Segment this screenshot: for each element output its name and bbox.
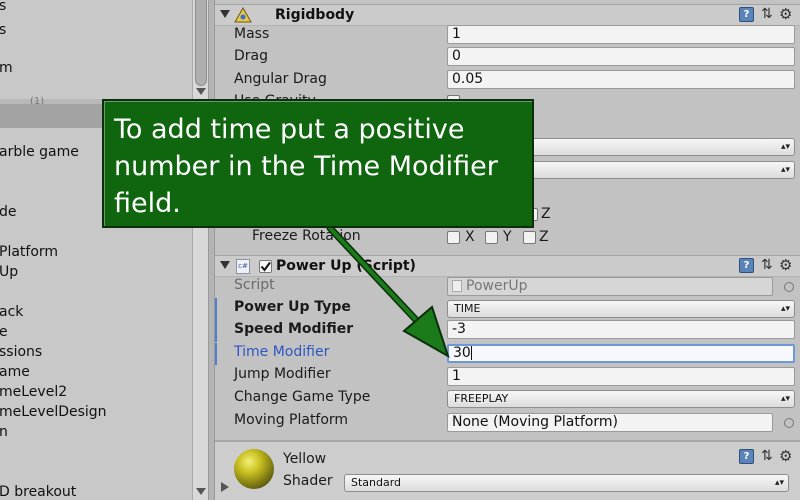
object-picker-icon[interactable] [784, 418, 794, 428]
dropdown-arrow-icon: ▴▾ [780, 142, 790, 152]
hierarchy-item[interactable]: meLevel2 [0, 382, 67, 402]
help-book-icon[interactable]: ? [739, 7, 754, 22]
shader-label: Shader [283, 473, 333, 489]
powerup-type-label: Power Up Type [234, 299, 351, 315]
rigidbody-title: Rigidbody [275, 7, 355, 23]
scrollbar-thumb[interactable] [195, 0, 207, 86]
moving-platform-label: Moving Platform [234, 412, 349, 428]
dropdown-arrow-icon: ▴▾ [780, 394, 790, 404]
rigidbody-header-icons: ? ⇅ ⚙ [739, 5, 797, 25]
change-game-type-value: FREEPLAY [454, 392, 509, 405]
dropdown-arrow-icon: ▴▾ [780, 165, 790, 175]
rigidbody-header[interactable]: Rigidbody ? ⇅ ⚙ [215, 4, 800, 26]
object-picker-icon[interactable] [784, 282, 794, 292]
change-game-type-dropdown[interactable]: FREEPLAY ▴▾ [447, 390, 795, 408]
freeze-position-z-label: Z [541, 206, 551, 222]
drag-field[interactable]: 0 [447, 47, 795, 66]
sliders-icon[interactable]: ⇅ [761, 448, 773, 464]
freeze-rotation-label: Freeze Rotation [252, 228, 361, 244]
hierarchy-item[interactable]: de [0, 202, 17, 222]
sliders-icon[interactable]: ⇅ [761, 6, 773, 22]
freeze-rotation-x-label: X [465, 229, 475, 245]
material-preview-sphere [234, 449, 274, 489]
sliders-icon[interactable]: ⇅ [761, 257, 773, 273]
angular-drag-label: Angular Drag [234, 71, 327, 87]
script-file-icon: c# [236, 259, 250, 274]
gear-icon[interactable]: ⚙ [779, 256, 792, 274]
hierarchy-item[interactable]: ack [0, 302, 23, 322]
scroll-arrow-icon[interactable] [196, 88, 206, 95]
material-name: Yellow [283, 451, 327, 467]
powerup-header-icons: ? ⇅ ⚙ [739, 256, 797, 276]
hierarchy-item[interactable]: n [0, 422, 8, 442]
freeze-rotation-y-label: Y [503, 229, 512, 245]
freeze-rotation-z-label: Z [539, 229, 549, 245]
inspector-panel: Rigidbody ? ⇅ ⚙ Mass 1 Drag 0 Angular Dr… [215, 0, 800, 500]
moving-platform-field[interactable]: None (Moving Platform) [447, 413, 773, 432]
hierarchy-item[interactable]: Platform [0, 242, 58, 262]
time-modifier-label: Time Modifier [234, 344, 330, 360]
mass-label: Mass [234, 26, 270, 42]
hierarchy-item[interactable]: s [0, 20, 6, 40]
material-foldout-icon[interactable] [221, 482, 229, 492]
override-indicator [215, 343, 217, 365]
shader-dropdown[interactable]: Standard ▴▾ [344, 474, 789, 492]
script-file-icon [452, 280, 462, 292]
hierarchy-item[interactable]: arble game [0, 142, 79, 162]
powerup-type-value: TIME [454, 302, 481, 315]
hierarchy-item[interactable]: s [0, 0, 6, 16]
mass-field[interactable]: 1 [447, 25, 795, 44]
change-game-type-label: Change Game Type [234, 389, 371, 405]
checkmark-icon [260, 261, 271, 272]
script-field[interactable]: PowerUp [447, 277, 773, 296]
freeze-rotation-y-checkbox[interactable] [485, 231, 498, 244]
angular-drag-field[interactable]: 0.05 [447, 70, 795, 89]
hierarchy-item[interactable]: ssions [0, 342, 42, 362]
powerup-title: Power Up (Script) [276, 258, 416, 274]
help-book-icon[interactable]: ? [739, 449, 754, 464]
speed-modifier-label: Speed Modifier [234, 321, 354, 337]
hierarchy-item[interactable]: D breakout [0, 482, 76, 500]
hierarchy-item[interactable]: ame [0, 362, 30, 382]
gear-icon[interactable]: ⚙ [779, 447, 792, 465]
foldout-triangle-icon[interactable] [220, 10, 230, 18]
panel-splitter[interactable] [208, 0, 215, 500]
callout-text: To add time put a positive number in the… [114, 114, 498, 219]
foldout-triangle-icon[interactable] [220, 261, 230, 269]
gear-icon[interactable]: ⚙ [779, 5, 792, 23]
override-indicator [215, 298, 217, 320]
time-modifier-field[interactable]: 30 [447, 344, 795, 363]
hierarchy-item[interactable]: e [0, 322, 8, 342]
help-book-icon[interactable]: ? [739, 258, 754, 273]
material-header-icons: ? ⇅ ⚙ [739, 447, 797, 467]
scroll-down-arrow-icon[interactable] [196, 488, 206, 495]
tutorial-callout: To add time put a positive number in the… [102, 99, 534, 228]
drag-label: Drag [234, 48, 269, 64]
rigidbody-icon [234, 7, 252, 23]
hierarchy-item[interactable]: meLevelDesign [0, 402, 107, 422]
text-caret [470, 346, 472, 360]
hierarchy-scrollbar[interactable] [192, 0, 208, 500]
dropdown-arrow-icon: ▴▾ [774, 478, 784, 488]
hierarchy-panel: s s m arble game de Platform Up ack e ssions ame me… [0, 0, 192, 500]
shader-value: Standard [351, 476, 402, 489]
speed-modifier-field[interactable]: -3 [447, 320, 795, 339]
script-label: Script [234, 277, 275, 293]
hierarchy-item[interactable]: m [0, 58, 13, 78]
jump-modifier-label: Jump Modifier [234, 366, 331, 382]
powerup-enabled-checkbox[interactable] [259, 260, 272, 273]
time-modifier-value: 30 [453, 345, 471, 361]
powerup-header[interactable]: c# Power Up (Script) ? ⇅ ⚙ [215, 255, 800, 277]
hierarchy-item[interactable]: Up [0, 262, 18, 282]
jump-modifier-field[interactable]: 1 [447, 367, 795, 386]
override-indicator [215, 320, 217, 342]
freeze-rotation-x-checkbox[interactable] [447, 231, 460, 244]
powerup-type-dropdown[interactable]: TIME ▴▾ [447, 300, 795, 318]
dropdown-arrow-icon: ▴▾ [780, 304, 790, 314]
freeze-rotation-z-checkbox[interactable] [523, 231, 536, 244]
script-value: PowerUp [466, 278, 528, 294]
